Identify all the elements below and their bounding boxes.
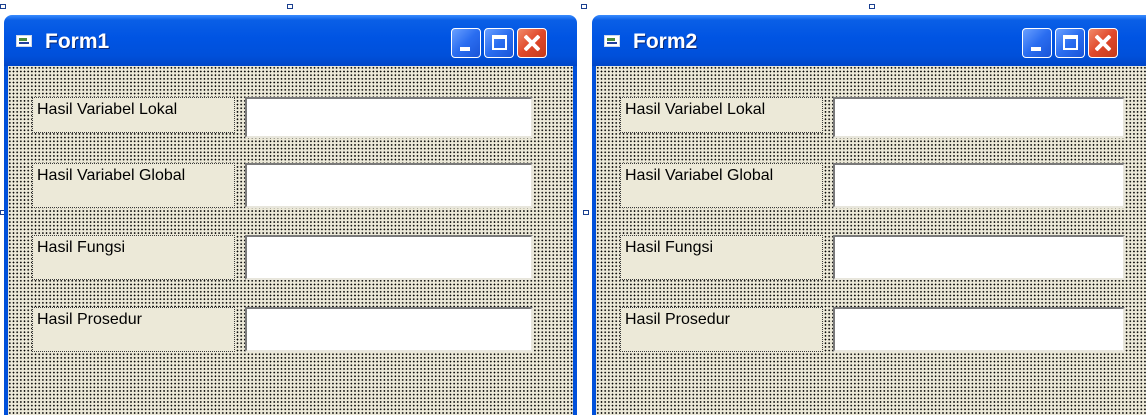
maximize-icon — [1063, 35, 1078, 50]
textbox-hasil-variabel-lokal[interactable] — [833, 97, 1125, 138]
label-hasil-variabel-global: Hasil Variabel Global — [620, 163, 823, 208]
form1-client-area[interactable]: Hasil Variabel Lokal Hasil Variabel Glob… — [4, 66, 577, 415]
close-button[interactable] — [517, 28, 547, 58]
label-hasil-fungsi: Hasil Fungsi — [620, 235, 823, 280]
form2-client-area[interactable]: Hasil Variabel Lokal Hasil Variabel Glob… — [592, 66, 1146, 415]
textbox-hasil-variabel-lokal[interactable] — [245, 97, 533, 138]
maximize-button[interactable] — [484, 28, 514, 58]
close-icon — [518, 29, 546, 57]
label-hasil-prosedur: Hasil Prosedur — [620, 307, 823, 352]
minimize-button[interactable] — [451, 28, 481, 58]
selection-handle[interactable] — [869, 4, 875, 9]
textbox-hasil-fungsi[interactable] — [833, 235, 1125, 280]
form-icon[interactable] — [604, 35, 620, 47]
selection-handle[interactable] — [581, 4, 587, 9]
close-button[interactable] — [1088, 28, 1118, 58]
form2-title-bar[interactable]: Form2 — [592, 15, 1146, 66]
selection-handle[interactable] — [583, 210, 589, 215]
textbox-hasil-variabel-global[interactable] — [245, 163, 533, 208]
maximize-button[interactable] — [1055, 28, 1085, 58]
minimize-icon — [460, 47, 470, 51]
label-hasil-prosedur: Hasil Prosedur — [32, 307, 235, 352]
maximize-icon — [492, 35, 507, 50]
textbox-hasil-variabel-global[interactable] — [833, 163, 1125, 208]
textbox-hasil-prosedur[interactable] — [833, 307, 1125, 352]
form1-title: Form1 — [45, 30, 110, 53]
label-hasil-variabel-global: Hasil Variabel Global — [32, 163, 235, 208]
selection-handle[interactable] — [0, 4, 6, 9]
minimize-button[interactable] — [1022, 28, 1052, 58]
close-icon — [1089, 29, 1117, 57]
form-icon[interactable] — [16, 35, 32, 47]
selection-handle[interactable] — [287, 4, 293, 9]
label-hasil-fungsi: Hasil Fungsi — [32, 235, 235, 280]
form2-window: Form2 Hasil Variabel Lokal Hasil Variabe… — [592, 15, 1146, 415]
textbox-hasil-fungsi[interactable] — [245, 235, 533, 280]
form1-title-bar[interactable]: Form1 — [4, 15, 577, 66]
textbox-hasil-prosedur[interactable] — [245, 307, 533, 352]
minimize-icon — [1031, 47, 1041, 51]
label-hasil-variabel-lokal: Hasil Variabel Lokal — [32, 97, 235, 133]
form2-title: Form2 — [633, 30, 698, 53]
form1-window: Form1 Hasil Variabel Lokal Hasil Variabe… — [4, 15, 577, 415]
label-hasil-variabel-lokal: Hasil Variabel Lokal — [620, 97, 823, 133]
